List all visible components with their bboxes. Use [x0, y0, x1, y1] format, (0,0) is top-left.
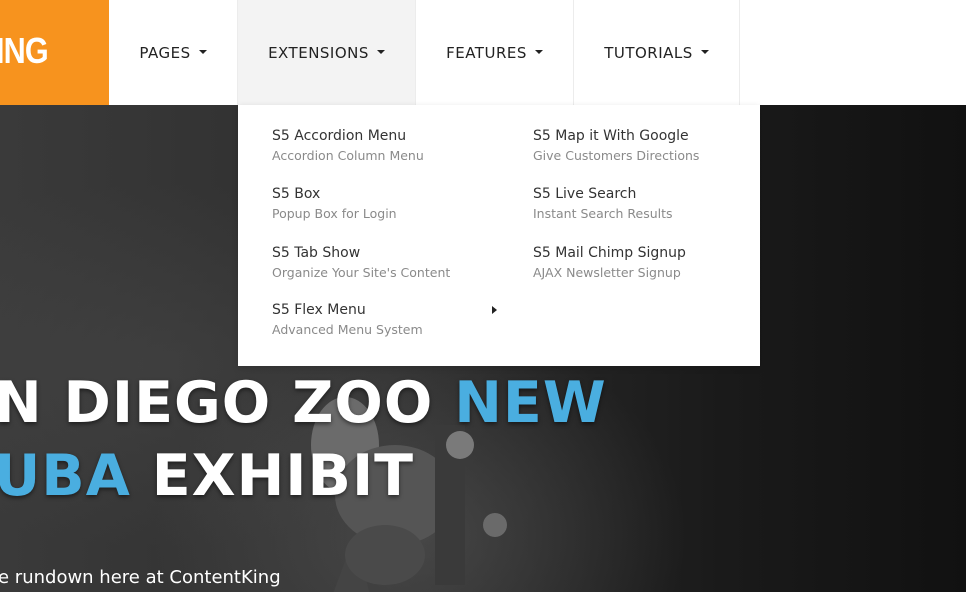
nav-label: FEATURES — [446, 43, 527, 62]
menu-item-title: S5 Tab Show — [272, 245, 361, 261]
hero-title-line1-a: N DIEGO ZOO — [0, 370, 455, 436]
caret-down-icon — [198, 49, 207, 54]
caret-right-icon — [492, 306, 497, 314]
caret-down-icon — [700, 49, 709, 54]
hero-title-line1-b: NEW — [454, 370, 607, 436]
menu-item-description: Organize Your Site's Content — [272, 265, 451, 280]
logo-text: ING — [0, 30, 49, 71]
caret-down-icon — [534, 49, 543, 54]
nav-item-features[interactable]: FEATURES — [416, 0, 574, 105]
menu-item-map-it-with-google[interactable]: S5 Map it With Google Give Customers Dir… — [533, 127, 699, 165]
menu-item-title: S5 Live Search — [533, 186, 637, 202]
menu-item-title: S5 Box — [272, 186, 321, 202]
extensions-dropdown: S5 Accordion Menu Accordion Column Menu … — [238, 105, 760, 366]
menu-item-description: Accordion Column Menu — [272, 148, 424, 163]
menu-item-title: S5 Accordion Menu — [272, 128, 407, 144]
menu-item-mail-chimp-signup[interactable]: S5 Mail Chimp Signup AJAX Newsletter Sig… — [533, 244, 686, 282]
menu-item-accordion-menu[interactable]: S5 Accordion Menu Accordion Column Menu — [272, 127, 424, 165]
caret-down-icon — [376, 49, 385, 54]
nav-item-tutorials[interactable]: TUTORIALS — [574, 0, 740, 105]
nav-item-extensions[interactable]: EXTENSIONS — [238, 0, 416, 105]
hero-subtitle: e rundown here at ContentKing — [0, 567, 281, 588]
menu-item-flex-menu[interactable]: S5 Flex Menu Advanced Menu System — [272, 301, 502, 339]
nav-label: EXTENSIONS — [268, 43, 369, 62]
nav-label: PAGES — [139, 43, 191, 62]
hero-title-line2-a: UBA — [0, 443, 131, 509]
menu-item-box[interactable]: S5 Box Popup Box for Login — [272, 185, 397, 223]
menu-item-description: AJAX Newsletter Signup — [533, 265, 681, 280]
menu-item-tab-show[interactable]: S5 Tab Show Organize Your Site's Content — [272, 244, 450, 282]
menu-item-description: Popup Box for Login — [272, 206, 397, 221]
hero-title: N DIEGO ZOO NEW UBA EXHIBIT — [0, 367, 607, 513]
menu-item-title: S5 Flex Menu — [272, 302, 366, 318]
menu-item-title: S5 Mail Chimp Signup — [533, 245, 686, 261]
site-logo[interactable]: ING — [0, 0, 109, 105]
menu-item-description: Instant Search Results — [533, 206, 673, 221]
nav-item-pages[interactable]: PAGES — [109, 0, 238, 105]
menu-item-description: Give Customers Directions — [533, 148, 700, 163]
menu-item-live-search[interactable]: S5 Live Search Instant Search Results — [533, 185, 673, 223]
nav-label: TUTORIALS — [604, 43, 693, 62]
hero-title-line2-b: EXHIBIT — [130, 443, 415, 509]
site-header: ING PAGES EXTENSIONS FEATURES TUTORIALS — [0, 0, 966, 105]
main-nav: PAGES EXTENSIONS FEATURES TUTORIALS — [109, 0, 740, 105]
menu-item-title: S5 Map it With Google — [533, 128, 689, 144]
menu-item-description: Advanced Menu System — [272, 322, 423, 337]
